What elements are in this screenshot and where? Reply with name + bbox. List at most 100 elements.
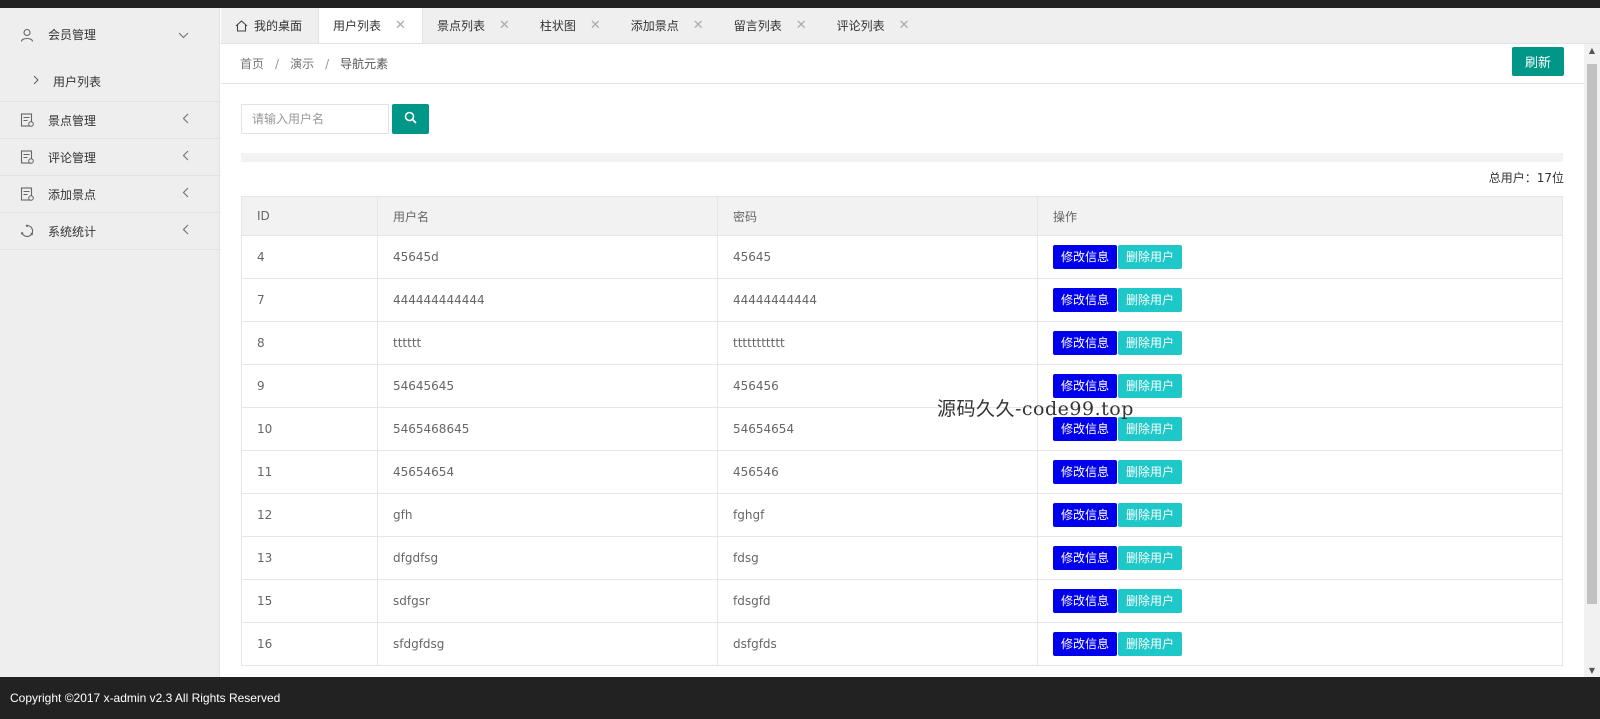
close-icon[interactable]: ✕: [499, 18, 510, 33]
column-header-username: 用户名: [377, 196, 718, 236]
delete-user-button[interactable]: 删除用户: [1118, 331, 1183, 355]
breadcrumb-current: 导航元素: [340, 57, 389, 71]
table-row: 7 444444444444 44444444444 修改信息 删除用户: [241, 278, 1563, 322]
tab-label: 柱状图: [539, 19, 576, 33]
breadcrumb-home[interactable]: 首页: [240, 55, 264, 72]
delete-user-button[interactable]: 删除用户: [1118, 503, 1183, 527]
close-icon[interactable]: ✕: [395, 18, 406, 33]
edit-user-button[interactable]: 修改信息: [1053, 460, 1118, 484]
cell-id: 4: [241, 235, 378, 279]
table-row: 12 gfh fghgf 修改信息 删除用户: [241, 493, 1563, 537]
scroll-down-icon[interactable]: ▼: [1584, 666, 1600, 675]
cell-username: gfh: [377, 493, 718, 537]
column-header-id: ID: [241, 196, 378, 236]
cell-password: 456546: [717, 450, 1038, 494]
edit-user-button[interactable]: 修改信息: [1053, 503, 1118, 527]
tab-user-list[interactable]: 用户列表 ✕: [318, 8, 423, 43]
table-row: 10 5465468645 54654654 修改信息 删除用户: [241, 407, 1563, 451]
sidebar-subitem-user-list[interactable]: 用户列表: [0, 61, 219, 102]
column-header-actions: 操作: [1037, 196, 1563, 236]
refresh-button[interactable]: 刷新: [1512, 47, 1564, 76]
breadcrumb: 首页 / 演示 / 导航元素 刷新: [221, 44, 1584, 84]
tab-label: 我的桌面: [254, 19, 303, 33]
sidebar-item-label: 景点管理: [48, 113, 97, 128]
sidebar-item-label: 添加景点: [48, 187, 97, 202]
cell-password: 44444444444: [717, 278, 1038, 322]
breadcrumb-demo[interactable]: 演示: [290, 55, 314, 72]
document-icon: [20, 187, 34, 201]
sidebar-item-label: 系统统计: [48, 224, 97, 239]
table-row: 9 54645645 456456 修改信息 删除用户: [241, 364, 1563, 408]
cell-id: 12: [241, 493, 378, 537]
top-bar: [0, 0, 1600, 8]
edit-user-button[interactable]: 修改信息: [1053, 546, 1118, 570]
chevron-left-icon: [182, 113, 189, 127]
search-input[interactable]: [241, 104, 389, 134]
sidebar-item-scenic-management[interactable]: 景点管理: [0, 102, 219, 139]
edit-user-button[interactable]: 修改信息: [1053, 331, 1118, 355]
delete-user-button[interactable]: 删除用户: [1118, 245, 1183, 269]
main-content: 首页 / 演示 / 导航元素 刷新 总用户：17位 ID 用户名 密码 操作 4…: [221, 44, 1584, 677]
tab-comment-list[interactable]: 评论列表 ✕: [823, 8, 926, 43]
tab-bar-chart[interactable]: 柱状图 ✕: [526, 8, 617, 43]
tab-label: 添加景点: [630, 19, 679, 33]
delete-user-button[interactable]: 删除用户: [1118, 460, 1183, 484]
breadcrumb-separator: /: [275, 56, 280, 71]
cell-password: fdsg: [717, 536, 1038, 580]
cell-username: 444444444444: [377, 278, 718, 322]
sidebar-item-system-stats[interactable]: 系统统计: [0, 213, 219, 250]
cell-actions: 修改信息 删除用户: [1037, 622, 1563, 666]
cell-username: sfdgfdsg: [377, 622, 718, 666]
scrollbar[interactable]: ▲ ▼: [1584, 44, 1600, 677]
chevron-left-icon: [182, 224, 189, 238]
cell-actions: 修改信息 删除用户: [1037, 278, 1563, 322]
toolbar-strip: [241, 153, 1563, 162]
delete-user-button[interactable]: 删除用户: [1118, 632, 1183, 656]
sidebar-subitem-label: 用户列表: [53, 74, 102, 89]
edit-user-button[interactable]: 修改信息: [1053, 245, 1118, 269]
search-button[interactable]: [392, 104, 429, 134]
cell-actions: 修改信息 删除用户: [1037, 536, 1563, 580]
cell-actions: 修改信息 删除用户: [1037, 321, 1563, 365]
sidebar: 会员管理 用户列表 景点管理 评论管理 添加景点 系统统计: [0, 8, 220, 677]
tab-scenic-list[interactable]: 景点列表 ✕: [423, 8, 526, 43]
cell-password: ttttttttttt: [717, 321, 1038, 365]
search-icon: [404, 111, 417, 127]
delete-user-button[interactable]: 删除用户: [1118, 546, 1183, 570]
cell-id: 7: [241, 278, 378, 322]
tab-message-list[interactable]: 留言列表 ✕: [720, 8, 823, 43]
cell-actions: 修改信息 删除用户: [1037, 493, 1563, 537]
tab-add-scenic[interactable]: 添加景点 ✕: [617, 8, 720, 43]
tab-label: 留言列表: [733, 19, 782, 33]
cell-username: 45645d: [377, 235, 718, 279]
cell-username: 5465468645: [377, 407, 718, 451]
close-icon[interactable]: ✕: [899, 18, 910, 33]
edit-user-button[interactable]: 修改信息: [1053, 589, 1118, 613]
table-row: 16 sfdgfdsg dsfgfds 修改信息 删除用户: [241, 622, 1563, 666]
sidebar-item-comment-management[interactable]: 评论管理: [0, 139, 219, 176]
column-header-password: 密码: [717, 196, 1038, 236]
cell-id: 10: [241, 407, 378, 451]
close-icon[interactable]: ✕: [693, 18, 704, 33]
scrollbar-thumb[interactable]: [1587, 64, 1597, 604]
tab-my-desktop[interactable]: 我的桌面: [221, 8, 318, 43]
delete-user-button[interactable]: 删除用户: [1118, 288, 1183, 312]
chevron-right-icon: [33, 74, 39, 88]
delete-user-button[interactable]: 删除用户: [1118, 589, 1183, 613]
chevron-left-icon: [182, 150, 189, 164]
scroll-up-icon[interactable]: ▲: [1584, 46, 1600, 55]
table-row: 13 dfgdfsg fdsg 修改信息 删除用户: [241, 536, 1563, 580]
edit-user-button[interactable]: 修改信息: [1053, 288, 1118, 312]
cell-username: dfgdfsg: [377, 536, 718, 580]
edit-user-button[interactable]: 修改信息: [1053, 632, 1118, 656]
cell-password: fdsgfd: [717, 579, 1038, 623]
close-icon[interactable]: ✕: [796, 18, 807, 33]
close-icon[interactable]: ✕: [590, 18, 601, 33]
sidebar-item-add-scenic[interactable]: 添加景点: [0, 176, 219, 213]
home-icon: [235, 19, 248, 32]
table-row: 15 sdfgsr fdsgfd 修改信息 删除用户: [241, 579, 1563, 623]
table-row: 11 45654654 456546 修改信息 删除用户: [241, 450, 1563, 494]
table-row: 8 tttttt ttttttttttt 修改信息 删除用户: [241, 321, 1563, 365]
tab-bar: 我的桌面 用户列表 ✕ 景点列表 ✕ 柱状图 ✕ 添加景点 ✕ 留言列表 ✕ 评…: [221, 8, 1600, 44]
sidebar-item-member-management[interactable]: 会员管理: [0, 8, 219, 61]
